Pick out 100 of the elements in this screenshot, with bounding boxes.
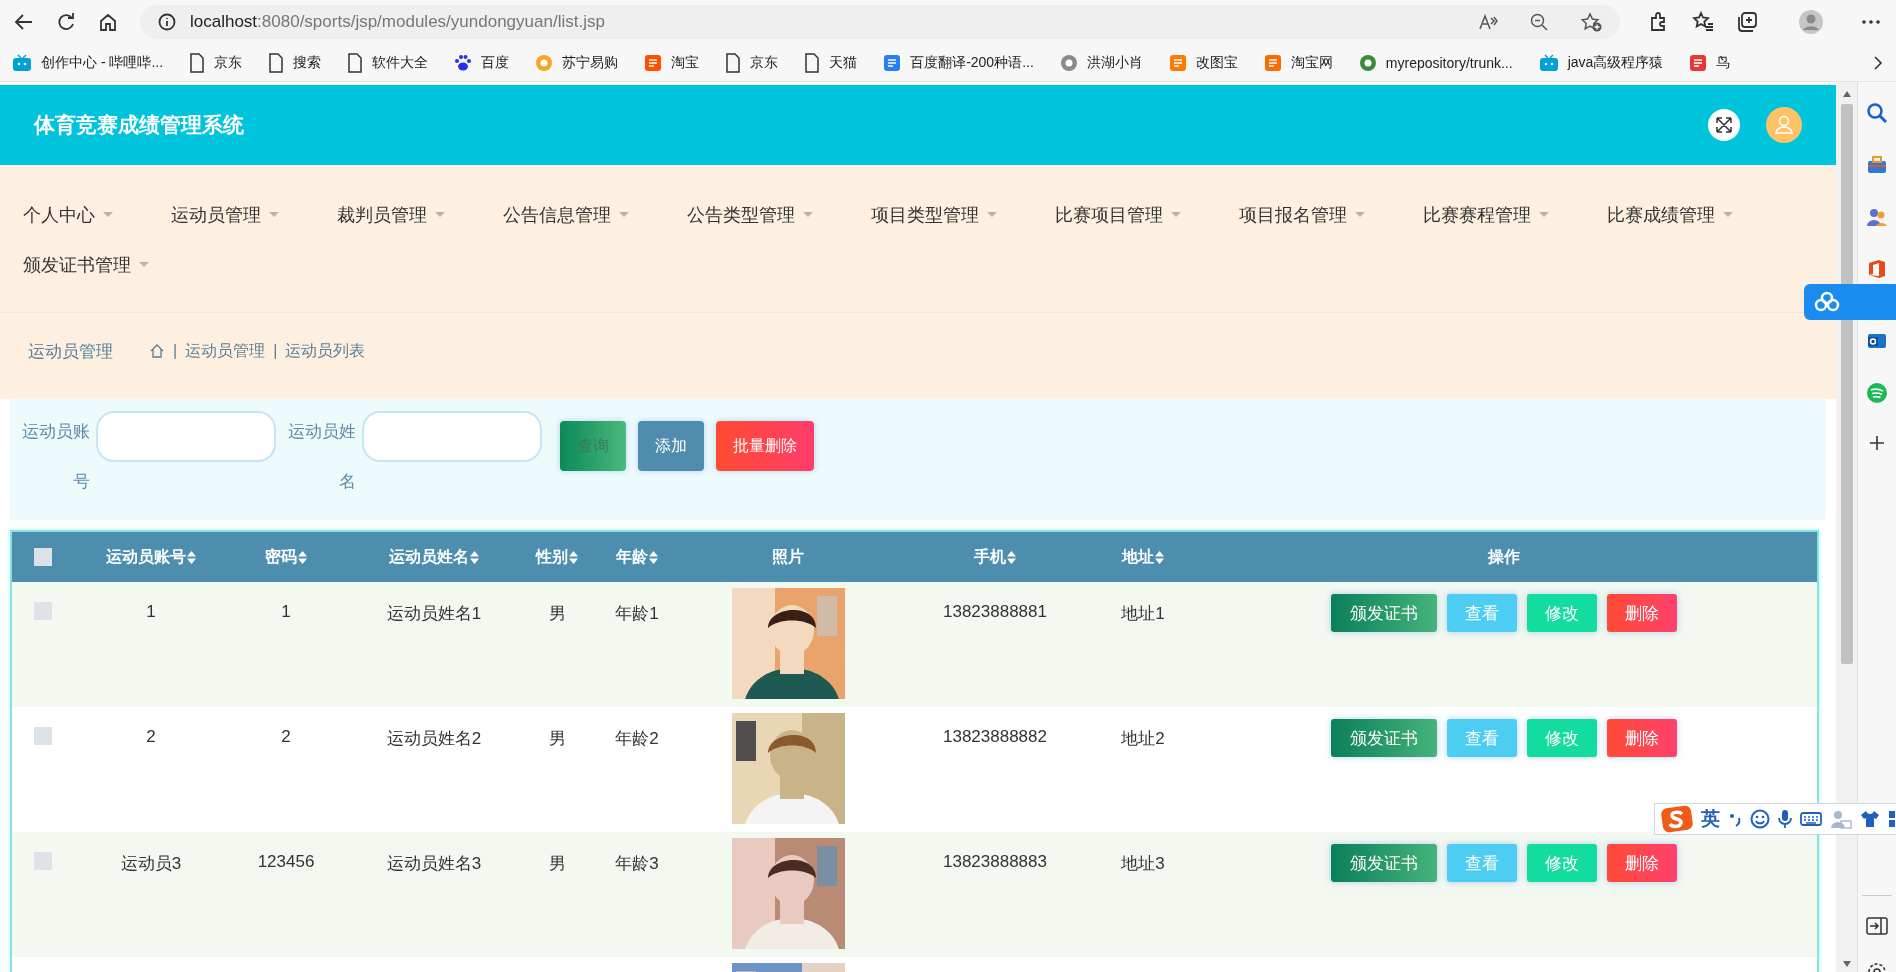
- bookmark[interactable]: 百度: [454, 53, 510, 72]
- bookmark[interactable]: 改图宝: [1168, 53, 1238, 72]
- bookmark[interactable]: myrepository/trunk...: [1358, 53, 1513, 72]
- bookmark[interactable]: 京东: [725, 52, 779, 73]
- round-site-icon: [1059, 53, 1078, 72]
- bookmark[interactable]: java高级程序猿: [1538, 53, 1664, 72]
- input-field[interactable]: [362, 411, 542, 462]
- issue-certificate-button[interactable]: 颁发证书: [1330, 594, 1437, 632]
- info-icon[interactable]: [158, 13, 176, 31]
- breadcrumb-separator: |: [173, 342, 178, 360]
- sort-icon[interactable]: [569, 550, 578, 564]
- nav-menu-item[interactable]: 裁判员管理: [337, 197, 445, 233]
- scrollbar-thumb[interactable]: [1840, 104, 1853, 664]
- chevron-right-icon[interactable]: [1872, 54, 1884, 71]
- nav-menu-item[interactable]: 公告信息管理: [503, 197, 629, 233]
- cloud-icon: [1814, 291, 1840, 313]
- round-site-icon: [535, 53, 554, 72]
- scroll-up-icon[interactable]: [1841, 90, 1852, 98]
- nav-menu-item[interactable]: 项目类型管理: [871, 197, 997, 233]
- bookmark[interactable]: 鸟: [1689, 53, 1731, 72]
- back-icon[interactable]: [14, 12, 34, 32]
- nav-menu-item[interactable]: 个人中心: [23, 197, 113, 233]
- input-field[interactable]: [96, 411, 276, 462]
- nav-menu-item[interactable]: 公告类型管理: [687, 197, 813, 233]
- emoji-icon[interactable]: [1750, 809, 1770, 829]
- table-cell: 1: [281, 602, 291, 622]
- select-all-checkbox[interactable]: [34, 548, 52, 566]
- bookmark[interactable]: 洪湖小肖: [1059, 53, 1143, 72]
- add-icon[interactable]: [1868, 434, 1886, 452]
- settings-icon[interactable]: [1867, 960, 1887, 972]
- table-cell-text: 地址3: [1121, 853, 1165, 875]
- tv-icon: [1538, 53, 1559, 72]
- office-icon[interactable]: [1866, 258, 1888, 280]
- bookmark[interactable]: 淘宝: [644, 53, 700, 72]
- input-method-logo-icon[interactable]: [1661, 805, 1693, 833]
- page-icon: [268, 52, 285, 73]
- sort-icon[interactable]: [649, 550, 658, 564]
- favorites-icon[interactable]: [1692, 11, 1714, 33]
- bookmark[interactable]: 百度翻译-200种语...: [883, 53, 1034, 72]
- bookmark[interactable]: 软件大全: [347, 52, 429, 73]
- scroll-down-icon[interactable]: [1841, 960, 1852, 968]
- home-icon[interactable]: [98, 12, 118, 32]
- collections-icon[interactable]: [1736, 11, 1758, 33]
- caret-icon: [803, 211, 813, 217]
- table-cell-text: 年龄2: [615, 728, 659, 750]
- page-icon: [347, 52, 364, 73]
- reload-icon[interactable]: [56, 12, 76, 32]
- split-screen-icon[interactable]: [1866, 916, 1888, 936]
- table-cell-text: 运动员3: [120, 853, 182, 875]
- sort-icon[interactable]: [187, 550, 196, 564]
- row-checkbox[interactable]: [34, 727, 52, 745]
- bookmark[interactable]: 搜索: [268, 52, 322, 73]
- sort-icon[interactable]: [1007, 550, 1016, 564]
- keyboard-icon[interactable]: [1800, 811, 1822, 827]
- breadcrumb-link[interactable]: 运动员列表: [285, 340, 366, 362]
- cloud-tab[interactable]: [1804, 284, 1896, 320]
- issue-certificate-button[interactable]: 颁发证书: [1330, 844, 1437, 882]
- issue-certificate-button[interactable]: 颁发证书: [1330, 719, 1437, 757]
- bookmark[interactable]: 天猫: [804, 52, 858, 73]
- caret-icon: [269, 211, 279, 217]
- nav-menu-item[interactable]: 项目报名管理: [1239, 197, 1365, 233]
- profile-icon[interactable]: [1798, 9, 1824, 35]
- caret-icon: [1539, 211, 1549, 217]
- read-aloud-icon[interactable]: [1478, 13, 1498, 31]
- field-label: 运动员姓名: [288, 421, 356, 493]
- music-app-icon[interactable]: [1866, 382, 1888, 404]
- shirt-icon[interactable]: [1860, 810, 1880, 828]
- bookmark[interactable]: 创作中心 - 哔哩哔...: [12, 53, 164, 72]
- nav-menu-item[interactable]: 比赛项目管理: [1055, 197, 1181, 233]
- add-button[interactable]: 添加: [638, 421, 704, 471]
- nav-menu-item[interactable]: 颁发证书管理: [23, 247, 149, 283]
- caret-icon: [435, 211, 445, 217]
- column-header[interactable]: 密码: [265, 546, 307, 568]
- column-header[interactable]: 地址: [1122, 546, 1164, 568]
- bookmark[interactable]: 京东: [189, 52, 243, 73]
- square-site-icon: [644, 53, 663, 72]
- breadcrumb-link[interactable]: 运动员管理: [185, 340, 266, 362]
- people-icon[interactable]: [1866, 206, 1888, 228]
- nav-menu-item[interactable]: 比赛成绩管理: [1607, 197, 1733, 233]
- sort-icon[interactable]: [470, 550, 479, 564]
- favorite-add-icon[interactable]: [1580, 12, 1602, 32]
- bookmark[interactable]: 苏宁易购: [535, 53, 619, 72]
- microphone-icon[interactable]: [1778, 809, 1792, 829]
- bookmark[interactable]: 淘宝网: [1263, 53, 1333, 72]
- nav-menu-item[interactable]: 运动员管理: [171, 197, 279, 233]
- input-mode-toggle[interactable]: 英: [1701, 806, 1720, 832]
- address-bar[interactable]: localhost:8080/sports/jsp/modules/yundongyuan/list.jsp: [140, 5, 1620, 39]
- zoom-out-icon[interactable]: [1530, 13, 1548, 31]
- column-header[interactable]: 手机: [974, 546, 1016, 568]
- paw-icon: [454, 53, 473, 72]
- sort-icon[interactable]: [298, 550, 307, 564]
- nav-menu-item[interactable]: 比赛赛程管理: [1423, 197, 1549, 233]
- caret-icon: [987, 211, 997, 217]
- caret-icon: [103, 211, 113, 217]
- table-cell-text: 运动员姓名1: [386, 603, 482, 625]
- search-icon[interactable]: [1866, 102, 1888, 124]
- caret-icon: [1171, 211, 1181, 217]
- briefcase-icon[interactable]: [1866, 154, 1888, 176]
- sort-icon[interactable]: [1155, 550, 1164, 564]
- fullscreen-icon[interactable]: [1708, 109, 1740, 141]
